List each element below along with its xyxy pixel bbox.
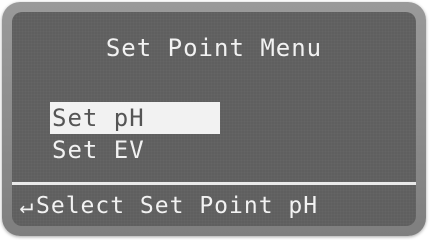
- footer-hint: ↵Select Set Point pH: [18, 192, 318, 220]
- menu-item-set-ph[interactable]: Set pH: [50, 102, 220, 134]
- menu-title: Set Point Menu: [105, 34, 323, 62]
- device-bezel: Set Point Menu Set pH Set EV ↵Select Set…: [2, 2, 426, 236]
- footer-divider: [12, 182, 416, 185]
- lcd-screen: Set Point Menu Set pH Set EV ↵Select Set…: [12, 12, 416, 226]
- enter-arrow-icon: ↵: [19, 193, 35, 219]
- menu-list: Set pH Set EV: [50, 102, 220, 166]
- footer-hint-text: Select Set Point pH: [36, 193, 319, 219]
- menu-item-set-ev[interactable]: Set EV: [50, 134, 220, 166]
